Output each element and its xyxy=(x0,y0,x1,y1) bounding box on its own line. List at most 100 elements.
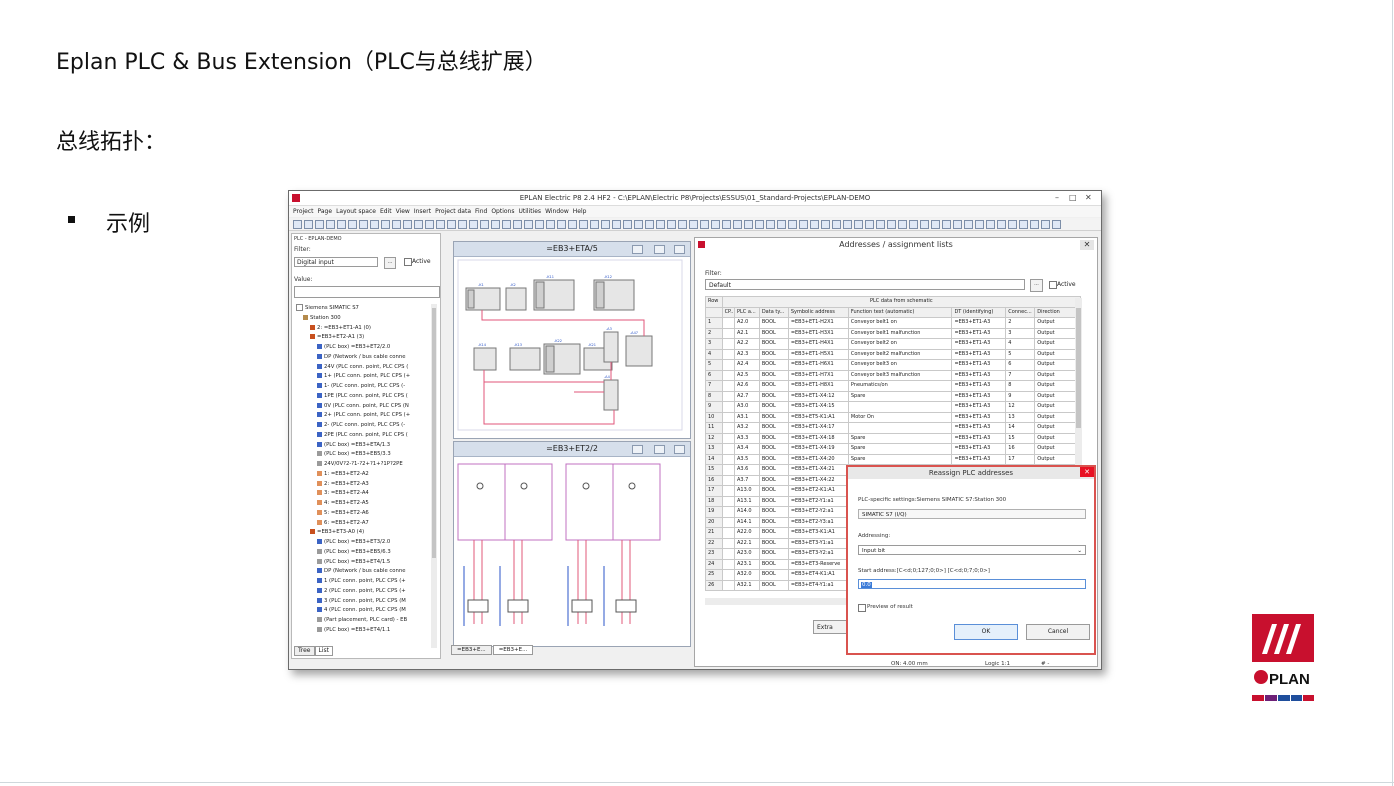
pane-minimize-icon[interactable] xyxy=(632,245,643,254)
toolbar-button-icon[interactable] xyxy=(766,220,775,229)
tree-node[interactable]: 2: =EB3+ET2-A3 xyxy=(294,480,430,490)
tree-node[interactable]: 1PE (PLC conn. point, PLC CPS ( xyxy=(294,392,430,402)
table-row[interactable]: 10 A3.1 BOOL =EB3+ET5-K1:A1 Motor On =EB3+ET1… xyxy=(705,411,1081,423)
pane-close-icon[interactable] xyxy=(674,445,685,454)
toolbar-button-icon[interactable] xyxy=(568,220,577,229)
toolbar-button-icon[interactable] xyxy=(1041,220,1050,229)
tab-tree[interactable]: Tree xyxy=(294,646,315,656)
toolbar-button-icon[interactable] xyxy=(964,220,973,229)
toolbar-button-icon[interactable] xyxy=(821,220,830,229)
toolbar-button-icon[interactable] xyxy=(942,220,951,229)
toolbar-button-icon[interactable] xyxy=(293,220,302,229)
toolbar-button-icon[interactable] xyxy=(348,220,357,229)
toolbar-button-icon[interactable] xyxy=(1030,220,1039,229)
toolbar-button-icon[interactable] xyxy=(359,220,368,229)
toolbar-button-icon[interactable] xyxy=(337,220,346,229)
filter-more-button[interactable]: ... xyxy=(1030,279,1043,292)
table-row[interactable]: 8 A2.7 BOOL =EB3+ET1-X4:12 Spare =EB3+ET1-A3 9… xyxy=(705,390,1081,402)
toolbar-button-icon[interactable] xyxy=(524,220,533,229)
column-header[interactable]: Direction xyxy=(1034,306,1081,318)
toolbar-button-icon[interactable] xyxy=(469,220,478,229)
tree-node[interactable]: 1+ (PLC conn. point, PLC CPS (+ xyxy=(294,372,430,382)
toolbar-button-icon[interactable] xyxy=(777,220,786,229)
page-tab-1[interactable]: =EB3+E... xyxy=(451,645,492,655)
tree-node[interactable]: 6: =EB3+ET2-A7 xyxy=(294,519,430,529)
toolbar-button-icon[interactable] xyxy=(843,220,852,229)
toolbar-button-icon[interactable] xyxy=(557,220,566,229)
toolbar-button-icon[interactable] xyxy=(326,220,335,229)
pane-close-icon[interactable] xyxy=(674,245,685,254)
toolbar-button-icon[interactable] xyxy=(700,220,709,229)
menu-item-utilities[interactable]: Utilities xyxy=(518,206,541,217)
column-header[interactable]: Data ty... xyxy=(758,306,789,318)
menu-item-page[interactable]: Page xyxy=(318,206,333,217)
toolbar-button-icon[interactable] xyxy=(656,220,665,229)
tree-node[interactable]: 2PE (PLC conn. point, PLC CPS ( xyxy=(294,431,430,441)
toolbar-button-icon[interactable] xyxy=(403,220,412,229)
tab-list[interactable]: List xyxy=(314,646,334,656)
tree-node[interactable]: (Part placement, PLC card) - EB xyxy=(294,616,430,626)
toolbar-button-icon[interactable] xyxy=(513,220,522,229)
tree-node[interactable]: (PLC box) =EB3+ET4/1.1 xyxy=(294,626,430,636)
tree-node[interactable]: 2- (PLC conn. point, PLC CPS (- xyxy=(294,421,430,431)
menu-item-help[interactable]: Help xyxy=(573,206,587,217)
toolbar-button-icon[interactable] xyxy=(535,220,544,229)
table-row[interactable]: 9 A3.0 BOOL =EB3+ET1-X4:15 =EB3+ET1-A3 12 Outp… xyxy=(705,401,1081,413)
toolbar-button-icon[interactable] xyxy=(546,220,555,229)
toolbar-button-icon[interactable] xyxy=(722,220,731,229)
tree-node[interactable]: =EB3+ET2-A1 (3) xyxy=(294,333,430,343)
toolbar-button-icon[interactable] xyxy=(612,220,621,229)
toolbar-button-icon[interactable] xyxy=(920,220,929,229)
tree-scrollbar[interactable] xyxy=(431,304,437,648)
tree-node[interactable]: (PLC box) =EB3+ET3/2.0 xyxy=(294,538,430,548)
toolbar-button-icon[interactable] xyxy=(623,220,632,229)
table-row[interactable]: 11 A3.2 BOOL =EB3+ET1-X4:17 =EB3+ET1-A3 14 Out… xyxy=(705,422,1081,434)
close-icon[interactable]: ✕ xyxy=(1080,467,1094,477)
toolbar-button-icon[interactable] xyxy=(953,220,962,229)
table-row[interactable]: 3 A2.2 BOOL =EB3+ET1-H4X1 Conveyor belt2 on =… xyxy=(705,338,1081,350)
toolbar-button-icon[interactable] xyxy=(876,220,885,229)
pane-restore-icon[interactable] xyxy=(654,445,665,454)
toolbar-button-icon[interactable] xyxy=(634,220,643,229)
toolbar-button-icon[interactable] xyxy=(898,220,907,229)
toolbar-button-icon[interactable] xyxy=(865,220,874,229)
tree-node[interactable]: 2: =EB3+ET1-A1 (0) xyxy=(294,324,430,334)
toolbar-button-icon[interactable] xyxy=(689,220,698,229)
tree-node[interactable]: =EB3+ET3-A0 (4) xyxy=(294,528,430,538)
schematic-pane-top[interactable]: =EB3+ETA/5 -K1 -K2 -K11 -K12 -K14 -K13 -… xyxy=(453,241,691,439)
preview-checkbox[interactable] xyxy=(858,604,866,612)
toolbar-button-icon[interactable] xyxy=(678,220,687,229)
column-header[interactable]: DT (identifying) xyxy=(951,306,1007,318)
tree-node[interactable]: (PLC box) =EB3+ET2/2.0 xyxy=(294,343,430,353)
start-address-input[interactable]: 0.0 xyxy=(858,579,1086,589)
tree-node[interactable]: DP (Network / bus cable conne xyxy=(294,567,430,577)
pane-minimize-icon[interactable] xyxy=(632,445,643,454)
minimize-icon[interactable]: – xyxy=(1055,193,1059,202)
column-header[interactable]: Symbolic address xyxy=(787,306,849,318)
toolbar-button-icon[interactable] xyxy=(436,220,445,229)
toolbar-button-icon[interactable] xyxy=(491,220,500,229)
filter-select[interactable]: Default xyxy=(705,279,1025,290)
tree-node[interactable]: DP (Network / bus cable conne xyxy=(294,353,430,363)
toolbar-button-icon[interactable] xyxy=(601,220,610,229)
table-row[interactable]: 7 A2.6 BOOL =EB3+ET1-H8X1 Pneumatics/on =EB3+… xyxy=(705,380,1081,392)
tree-node[interactable]: 1- (PLC conn. point, PLC CPS (- xyxy=(294,382,430,392)
value-input[interactable] xyxy=(294,286,440,298)
toolbar-button-icon[interactable] xyxy=(381,220,390,229)
close-icon[interactable]: ✕ xyxy=(1085,193,1092,202)
toolbar-button-icon[interactable] xyxy=(1019,220,1028,229)
menu-item-project-data[interactable]: Project data xyxy=(435,206,471,217)
toolbar-button-icon[interactable] xyxy=(502,220,511,229)
tree-node[interactable]: (PLC box) =EB3+ETA/1.3 xyxy=(294,441,430,451)
toolbar-button-icon[interactable] xyxy=(975,220,984,229)
toolbar-button-icon[interactable] xyxy=(744,220,753,229)
tree-node[interactable]: 5: =EB3+ET2-A6 xyxy=(294,509,430,519)
toolbar-button-icon[interactable] xyxy=(447,220,456,229)
toolbar-button-icon[interactable] xyxy=(810,220,819,229)
tree-node[interactable]: 3 (PLC conn. point, PLC CPS (M xyxy=(294,597,430,607)
menu-item-find[interactable]: Find xyxy=(475,206,487,217)
tree-node[interactable]: Station 300 xyxy=(294,314,430,324)
toolbar-button-icon[interactable] xyxy=(315,220,324,229)
tree-node[interactable]: Siemens SIMATIC S7 xyxy=(294,304,430,314)
table-row[interactable]: 4 A2.3 BOOL =EB3+ET1-H5X1 Conveyor belt2 mal… xyxy=(705,348,1081,360)
